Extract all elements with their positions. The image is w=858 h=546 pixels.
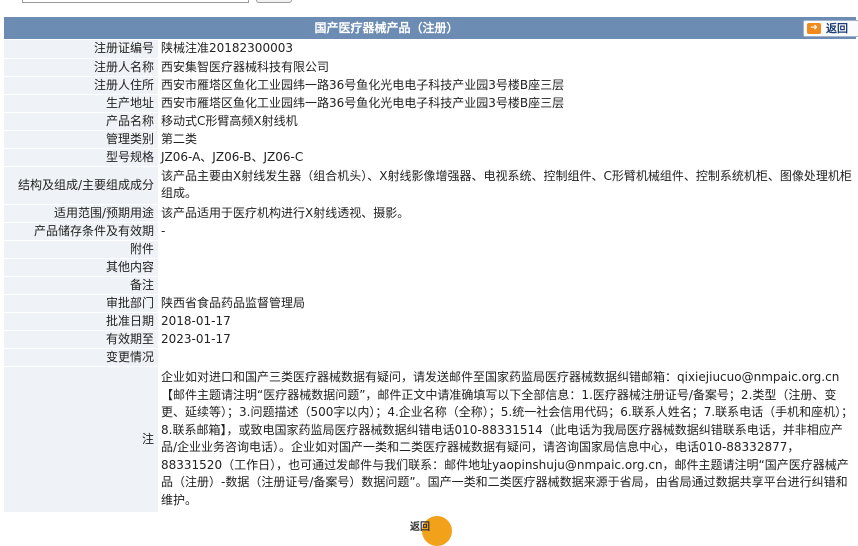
table-row: 附件 [4, 240, 856, 259]
table-row: 注册人名称 西安集智医疗器械科技有限公司 [4, 58, 856, 77]
row-value: 第二类 [158, 130, 856, 149]
table-row: 其他内容 [4, 258, 856, 277]
row-label: 注册人名称 [4, 58, 158, 77]
row-value: JZ06-A、JZ06-B、JZ06-C [158, 148, 856, 167]
table-row: 管理类别 第二类 [4, 130, 856, 149]
row-value: 该产品适用于医疗机构进行X射线透视、摄影。 [158, 204, 856, 223]
table-row: 备注 [4, 276, 856, 295]
row-label: 管理类别 [4, 130, 158, 149]
detail-table: 注册证编号 陕械注准20182300003 注册人名称 西安集智医疗器械科技有限公司注… [4, 40, 856, 513]
table-row: 变更情况 [4, 348, 856, 367]
row-label: 附件 [4, 240, 158, 259]
table-row: 适用范围/预期用途 该产品适用于医疗机构进行X射线透视、摄影。 [4, 204, 856, 223]
note-label: 注 [4, 366, 158, 513]
row-label: 结构及组成/主要组成成分 [4, 166, 158, 205]
table-row: 产品名称 移动式C形臂高频X射线机 [4, 112, 856, 131]
row-label: 审批部门 [4, 294, 158, 313]
table-row: 审批部门 陕西省食品药品监督管理局 [4, 294, 856, 313]
table-row: 型号规格 JZ06-A、JZ06-B、JZ06-C [4, 148, 856, 167]
bottom-back-button[interactable]: 返回 [410, 516, 454, 546]
table-row: 批准日期 2018-01-17 [4, 312, 856, 331]
table-row: 有效期至 2023-01-17 [4, 330, 856, 349]
row-label: 有效期至 [4, 330, 158, 349]
row-label: 注册证编号 [4, 40, 158, 59]
row-value [158, 258, 856, 277]
row-value: 西安市雁塔区鱼化工业园纬一路36号鱼化光电电子科技产业园3号楼B座三层 [158, 94, 856, 113]
back-button-label: 返回 [826, 22, 848, 35]
row-label: 备注 [4, 276, 158, 295]
row-label: 型号规格 [4, 148, 158, 167]
row-label: 批准日期 [4, 312, 158, 331]
top-search-area [0, 0, 858, 14]
search-button[interactable] [256, 0, 292, 3]
table-row: 产品储存条件及有效期 - [4, 222, 856, 241]
row-label: 注册人住所 [4, 76, 158, 95]
search-input[interactable] [22, 0, 249, 3]
row-value: 陕械注准20182300003 [158, 40, 856, 59]
row-value: - [158, 222, 856, 241]
bottom-back-label: 返回 [410, 522, 430, 533]
row-value [158, 240, 856, 259]
table-row: 注册证编号 陕械注准20182300003 [4, 40, 856, 59]
row-label: 生产地址 [4, 94, 158, 113]
row-value [158, 348, 856, 367]
row-label: 其他内容 [4, 258, 158, 277]
row-value: 2018-01-17 [158, 312, 856, 331]
row-value: 陕西省食品药品监督管理局 [158, 294, 856, 313]
row-value: 移动式C形臂高频X射线机 [158, 112, 856, 131]
row-value: 2023-01-17 [158, 330, 856, 349]
row-value: 西安市雁塔区鱼化工业园纬一路36号鱼化光电电子科技产业园3号楼B座三层 [158, 76, 856, 95]
page-title-bar: 国产医疗器械产品（注册） ➜ 返回 [4, 17, 858, 39]
row-value: 该产品主要由X射线发生器（组合机头）、X射线影像增强器、电视系统、控制组件、C形… [158, 166, 856, 205]
back-button[interactable]: ➜ 返回 [803, 20, 858, 37]
row-label: 变更情况 [4, 348, 158, 367]
row-label: 适用范围/预期用途 [4, 204, 158, 223]
row-label: 产品储存条件及有效期 [4, 222, 158, 241]
page-title: 国产医疗器械产品（注册） [314, 21, 459, 35]
note-text: 企业如对进口和国产三类医疗器械数据有疑问，请发送邮件至国家药监局医疗器械数据纠错… [158, 366, 856, 513]
row-label: 产品名称 [4, 112, 158, 131]
row-value [158, 276, 856, 295]
arrow-right-icon: ➜ [807, 23, 821, 34]
table-row-note: 注企业如对进口和国产三类医疗器械数据有疑问，请发送邮件至国家药监局医疗器械数据纠… [4, 366, 856, 513]
table-row: 注册人住所 西安市雁塔区鱼化工业园纬一路36号鱼化光电电子科技产业园3号楼B座三层 [4, 76, 856, 95]
table-row: 生产地址 西安市雁塔区鱼化工业园纬一路36号鱼化光电电子科技产业园3号楼B座三层 [4, 94, 856, 113]
table-row: 结构及组成/主要组成成分 该产品主要由X射线发生器（组合机头）、X射线影像增强器、… [4, 166, 856, 205]
row-value: 西安集智医疗器械科技有限公司 [158, 58, 856, 77]
